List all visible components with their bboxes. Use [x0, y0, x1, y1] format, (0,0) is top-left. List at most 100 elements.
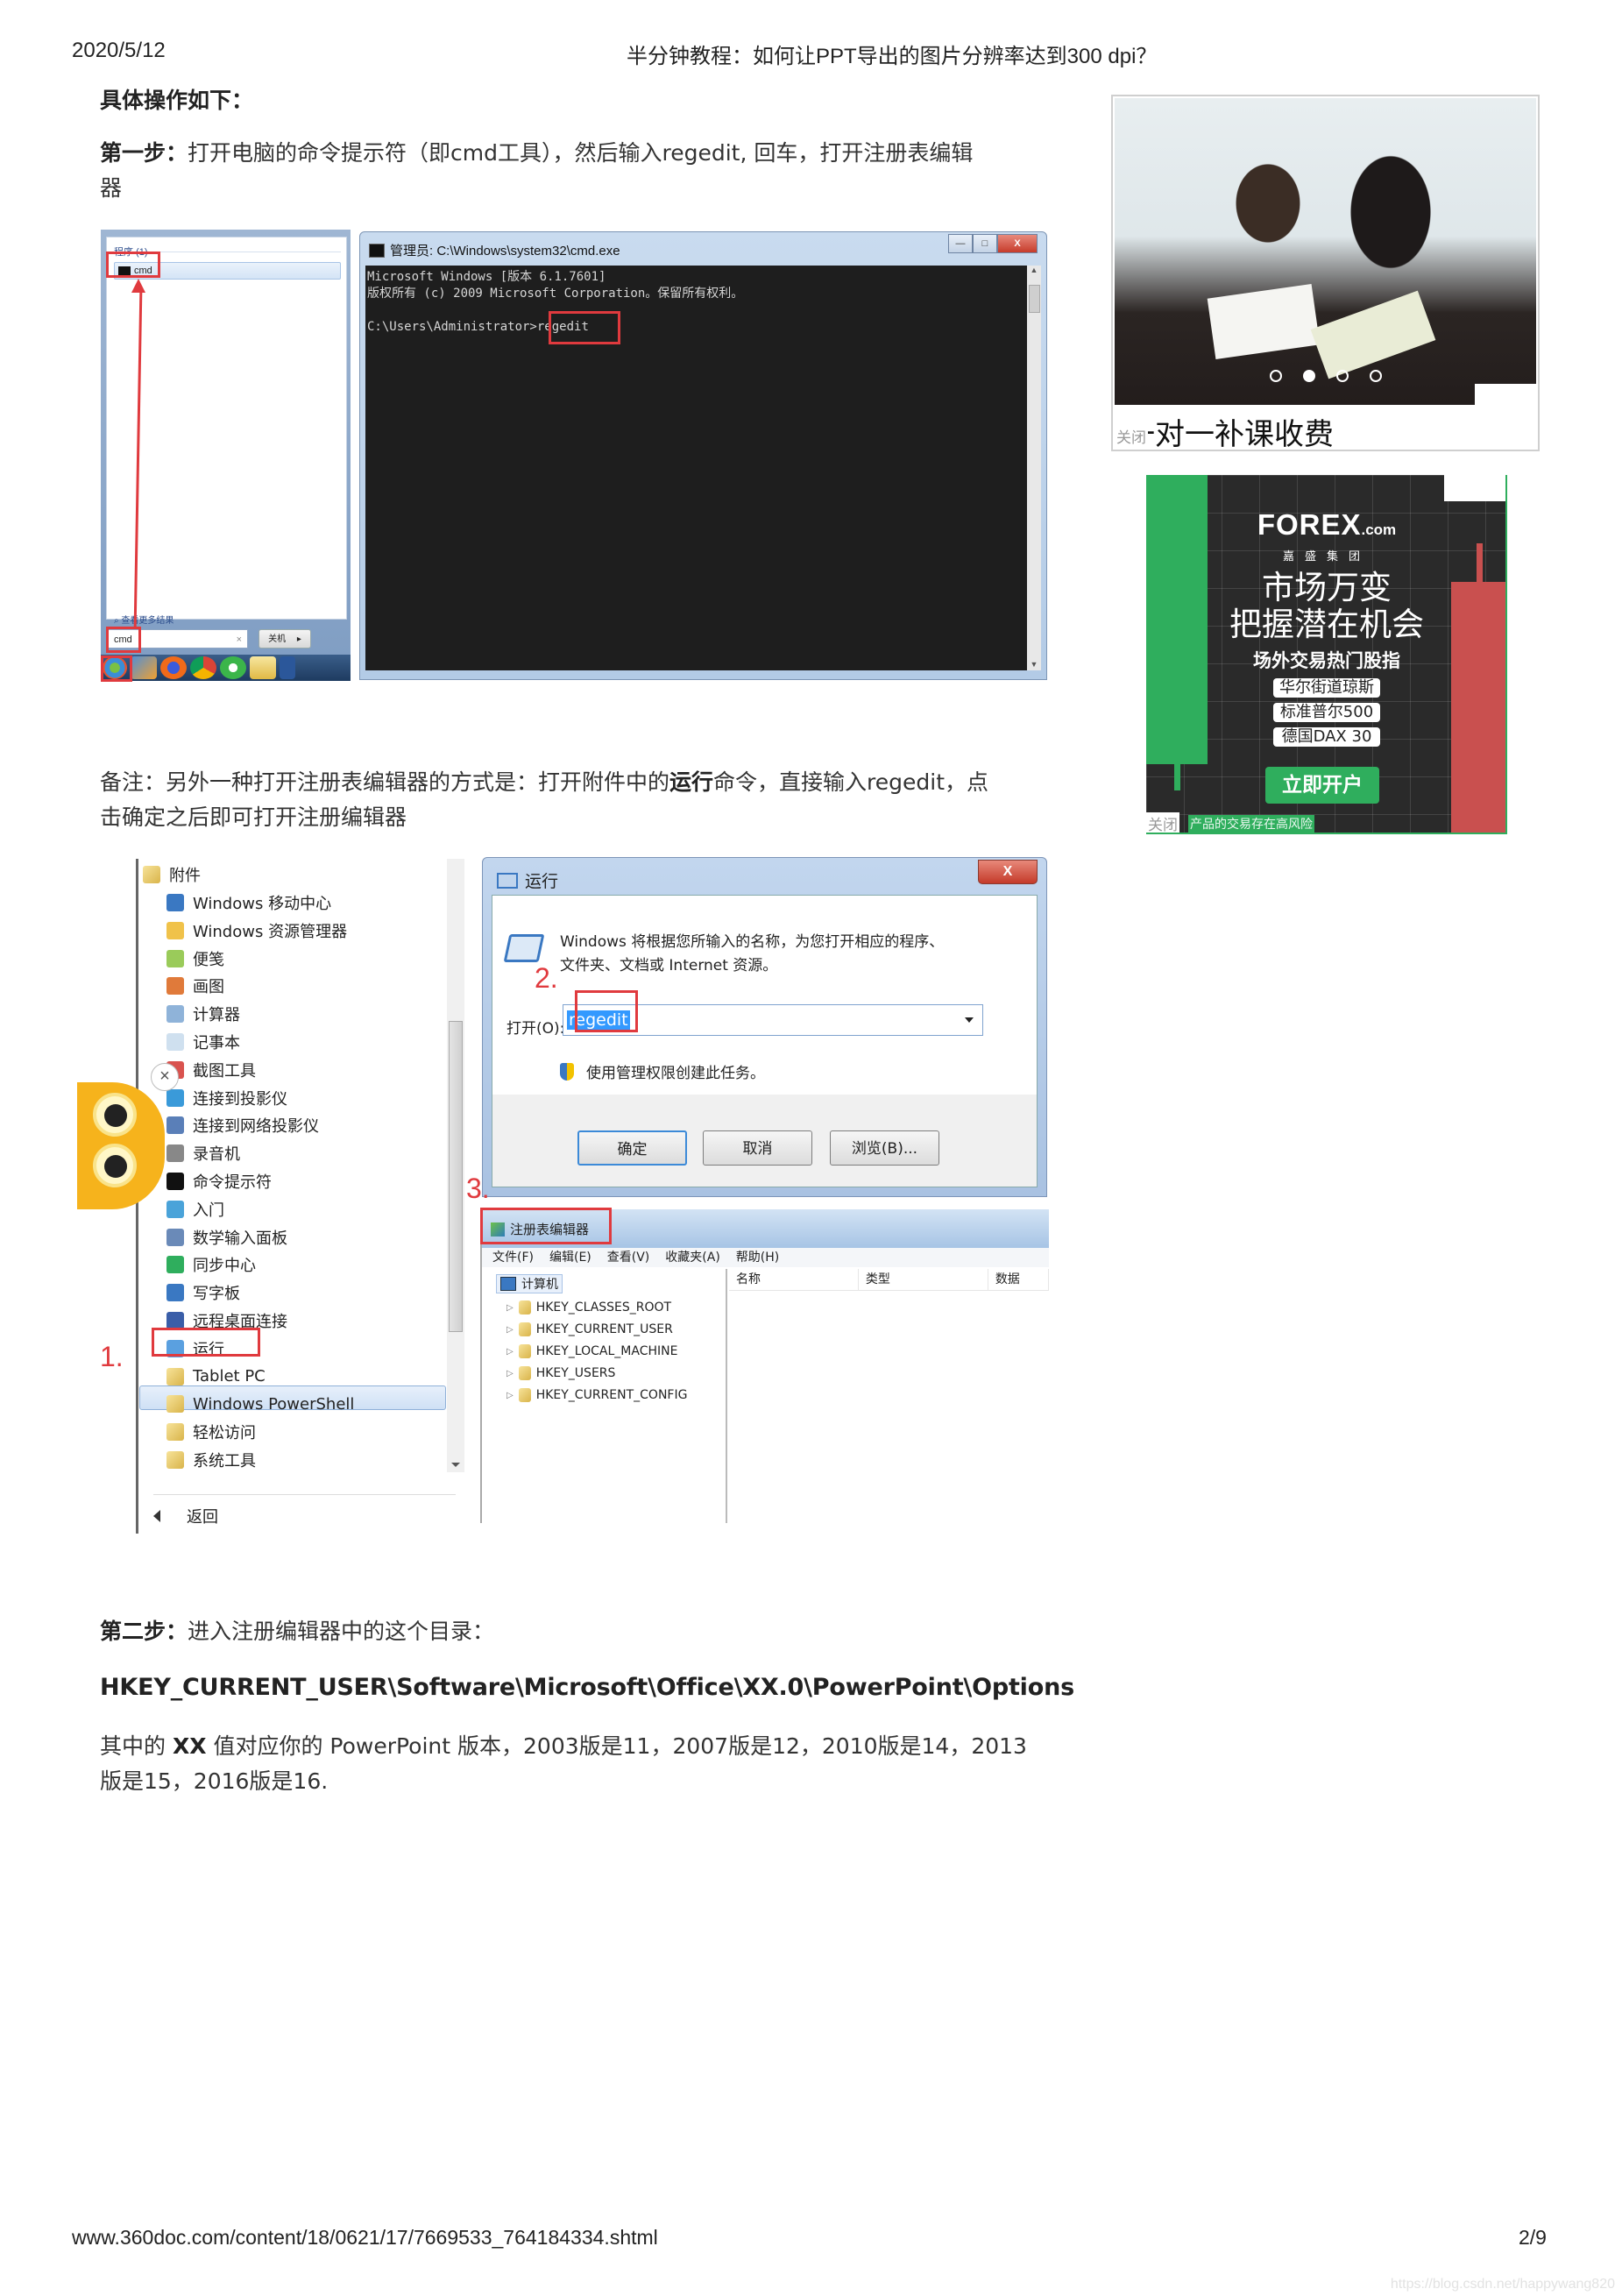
- maximize-button[interactable]: □: [973, 234, 997, 253]
- registry-key[interactable]: ▷ HKEY_CLASSES_ROOT: [506, 1300, 671, 1315]
- minimize-button[interactable]: —: [948, 234, 973, 253]
- carousel-dot[interactable]: [1302, 370, 1315, 382]
- carousel-dot[interactable]: [1269, 370, 1282, 382]
- shutdown-button[interactable]: 关机 ▸: [259, 629, 311, 648]
- accessory-item[interactable]: 截图工具: [166, 1059, 256, 1081]
- back-button[interactable]: 返回: [153, 1505, 218, 1527]
- accessory-icon: [166, 1284, 184, 1302]
- accessory-folder[interactable]: 轻松访问: [166, 1421, 256, 1443]
- carousel-dot[interactable]: [1335, 370, 1349, 382]
- accessory-item[interactable]: 入门: [166, 1198, 224, 1221]
- clear-search-icon[interactable]: ×: [237, 630, 242, 649]
- accessory-item[interactable]: 连接到投影仪: [166, 1087, 287, 1109]
- ad-photo-book: [1310, 290, 1436, 379]
- column-header[interactable]: 类型: [859, 1269, 988, 1290]
- owl-eye: [93, 1093, 137, 1137]
- index-tag: 华尔街道琼斯: [1273, 678, 1380, 698]
- registry-key[interactable]: ▷ HKEY_CURRENT_CONFIG: [506, 1388, 687, 1402]
- expand-icon[interactable]: ▷: [506, 1325, 514, 1335]
- expand-icon[interactable]: ▷: [506, 1391, 514, 1400]
- admin-note: 使用管理权限创建此任务。: [560, 1060, 765, 1082]
- menu-scrollbar[interactable]: [447, 859, 464, 1472]
- accessory-item[interactable]: 计算器: [166, 1003, 240, 1025]
- registry-key[interactable]: ▷ HKEY_CURRENT_USER: [506, 1322, 673, 1336]
- ad-close-button[interactable]: 关闭: [1146, 812, 1179, 834]
- carousel-dot[interactable]: [1369, 370, 1382, 382]
- column-header[interactable]: 名称: [729, 1269, 859, 1290]
- menu-item[interactable]: 文件(F): [492, 1248, 534, 1267]
- ad-close-button[interactable]: 关闭: [1115, 425, 1148, 447]
- scroll-up-icon[interactable]: ▲: [1027, 266, 1041, 274]
- shutdown-label: 关机: [268, 634, 287, 644]
- accessory-folder[interactable]: Windows PowerShell: [166, 1392, 354, 1415]
- tutoring-ad[interactable]: 一对一补课收费 关闭: [1111, 95, 1540, 453]
- run-icon: [497, 872, 518, 889]
- cmd-window-icon: [369, 243, 385, 258]
- file-explorer-icon[interactable]: [250, 656, 276, 679]
- registry-editor-window: 注册表编辑器 文件(F) 编辑(E) 查看(V) 收藏夹(A) 帮助(H) 计算机 ▷ H…: [480, 1209, 1049, 1523]
- folder-icon: [518, 1322, 531, 1336]
- shutdown-arrow-icon[interactable]: ▸: [297, 634, 301, 644]
- menu-scroll-thumb[interactable]: [449, 1021, 463, 1332]
- ok-button[interactable]: 确定: [577, 1130, 687, 1166]
- close-button[interactable]: X: [997, 234, 1038, 253]
- dropdown-arrow-icon[interactable]: [965, 1017, 974, 1023]
- accessory-item[interactable]: 便笺: [166, 947, 224, 970]
- accessory-item[interactable]: Windows 资源管理器: [166, 919, 347, 942]
- ad-headline: 市场万变 把握潜在机会: [1146, 570, 1507, 643]
- registry-key-label: HKEY_CURRENT_CONFIG: [535, 1388, 688, 1402]
- carousel-dots: [1115, 370, 1536, 382]
- see-more-results-link[interactable]: ⌕ 查看更多结果: [114, 613, 174, 626]
- registry-key[interactable]: ▷ HKEY_USERS: [506, 1366, 615, 1380]
- accessory-folder[interactable]: Tablet PC: [166, 1365, 266, 1388]
- registry-key-label: HKEY_USERS: [535, 1366, 616, 1380]
- accessory-item[interactable]: 数学输入面板: [166, 1226, 287, 1249]
- accessory-item[interactable]: 记事本: [166, 1031, 240, 1053]
- firefox-icon[interactable]: [160, 656, 187, 679]
- mascot-close-button[interactable]: ×: [151, 1063, 179, 1091]
- chrome-icon[interactable]: [190, 656, 216, 679]
- app-icon[interactable]: [131, 656, 157, 679]
- accessory-item[interactable]: 录音机: [166, 1142, 240, 1165]
- menu-item[interactable]: 查看(V): [607, 1248, 650, 1267]
- cancel-button[interactable]: 取消: [703, 1130, 812, 1166]
- accessory-item[interactable]: Windows 移动中心: [166, 891, 331, 914]
- cmd-console[interactable]: Microsoft Windows [版本 6.1.7601] 版权所有 (c)…: [365, 266, 1041, 670]
- accessories-folder[interactable]: 附件: [143, 863, 201, 886]
- folder-icon: [166, 1451, 184, 1469]
- run-close-button[interactable]: X: [978, 860, 1038, 884]
- folder-label: 附件: [169, 867, 201, 885]
- registry-key[interactable]: ▷ HKEY_LOCAL_MACHINE: [506, 1344, 677, 1358]
- menu-item[interactable]: 收藏夹(A): [665, 1248, 720, 1267]
- expand-icon[interactable]: ▷: [506, 1303, 514, 1313]
- column-header[interactable]: 数据: [988, 1269, 1049, 1290]
- browse-button[interactable]: 浏览(B)...: [830, 1130, 939, 1166]
- scroll-down-icon[interactable]: [451, 1463, 460, 1467]
- tree-node-computer[interactable]: 计算机: [496, 1274, 563, 1293]
- scroll-down-icon[interactable]: ▼: [1027, 660, 1041, 669]
- forex-ad[interactable]: FOREX.com 嘉盛集团 市场万变 把握潜在机会 场外交易热门股指 华尔街道…: [1146, 475, 1507, 834]
- ad-photo-corner: [1475, 384, 1536, 407]
- ie-360-icon[interactable]: [220, 656, 246, 679]
- accessory-item[interactable]: 连接到网络投影仪: [166, 1114, 319, 1137]
- folder-icon: [518, 1366, 531, 1380]
- scroll-thumb[interactable]: [1029, 285, 1040, 313]
- accessory-item[interactable]: 命令提示符: [166, 1170, 272, 1193]
- menu-item[interactable]: 编辑(E): [549, 1248, 591, 1267]
- registry-key-label: HKEY_CLASSES_ROOT: [535, 1300, 672, 1315]
- open-account-button[interactable]: 立即开户: [1265, 767, 1379, 804]
- accessory-folder[interactable]: 系统工具: [166, 1449, 256, 1471]
- menu-item[interactable]: 帮助(H): [736, 1248, 779, 1267]
- accessory-item[interactable]: 写字板: [166, 1281, 240, 1304]
- word-icon[interactable]: [280, 656, 295, 679]
- expand-icon[interactable]: ▷: [506, 1347, 514, 1357]
- console-scrollbar[interactable]: ▲ ▼: [1027, 266, 1041, 670]
- ad-title[interactable]: 一对一补课收费: [1125, 410, 1334, 453]
- accessory-item[interactable]: 同步中心: [166, 1253, 256, 1276]
- open-label: 打开(O):: [506, 1020, 565, 1038]
- ad-photo[interactable]: [1115, 98, 1536, 405]
- expand-icon[interactable]: ▷: [506, 1369, 514, 1378]
- folder-icon: [166, 1367, 184, 1385]
- owl-mascot[interactable]: [77, 1074, 165, 1209]
- accessory-item[interactable]: 画图: [166, 974, 224, 997]
